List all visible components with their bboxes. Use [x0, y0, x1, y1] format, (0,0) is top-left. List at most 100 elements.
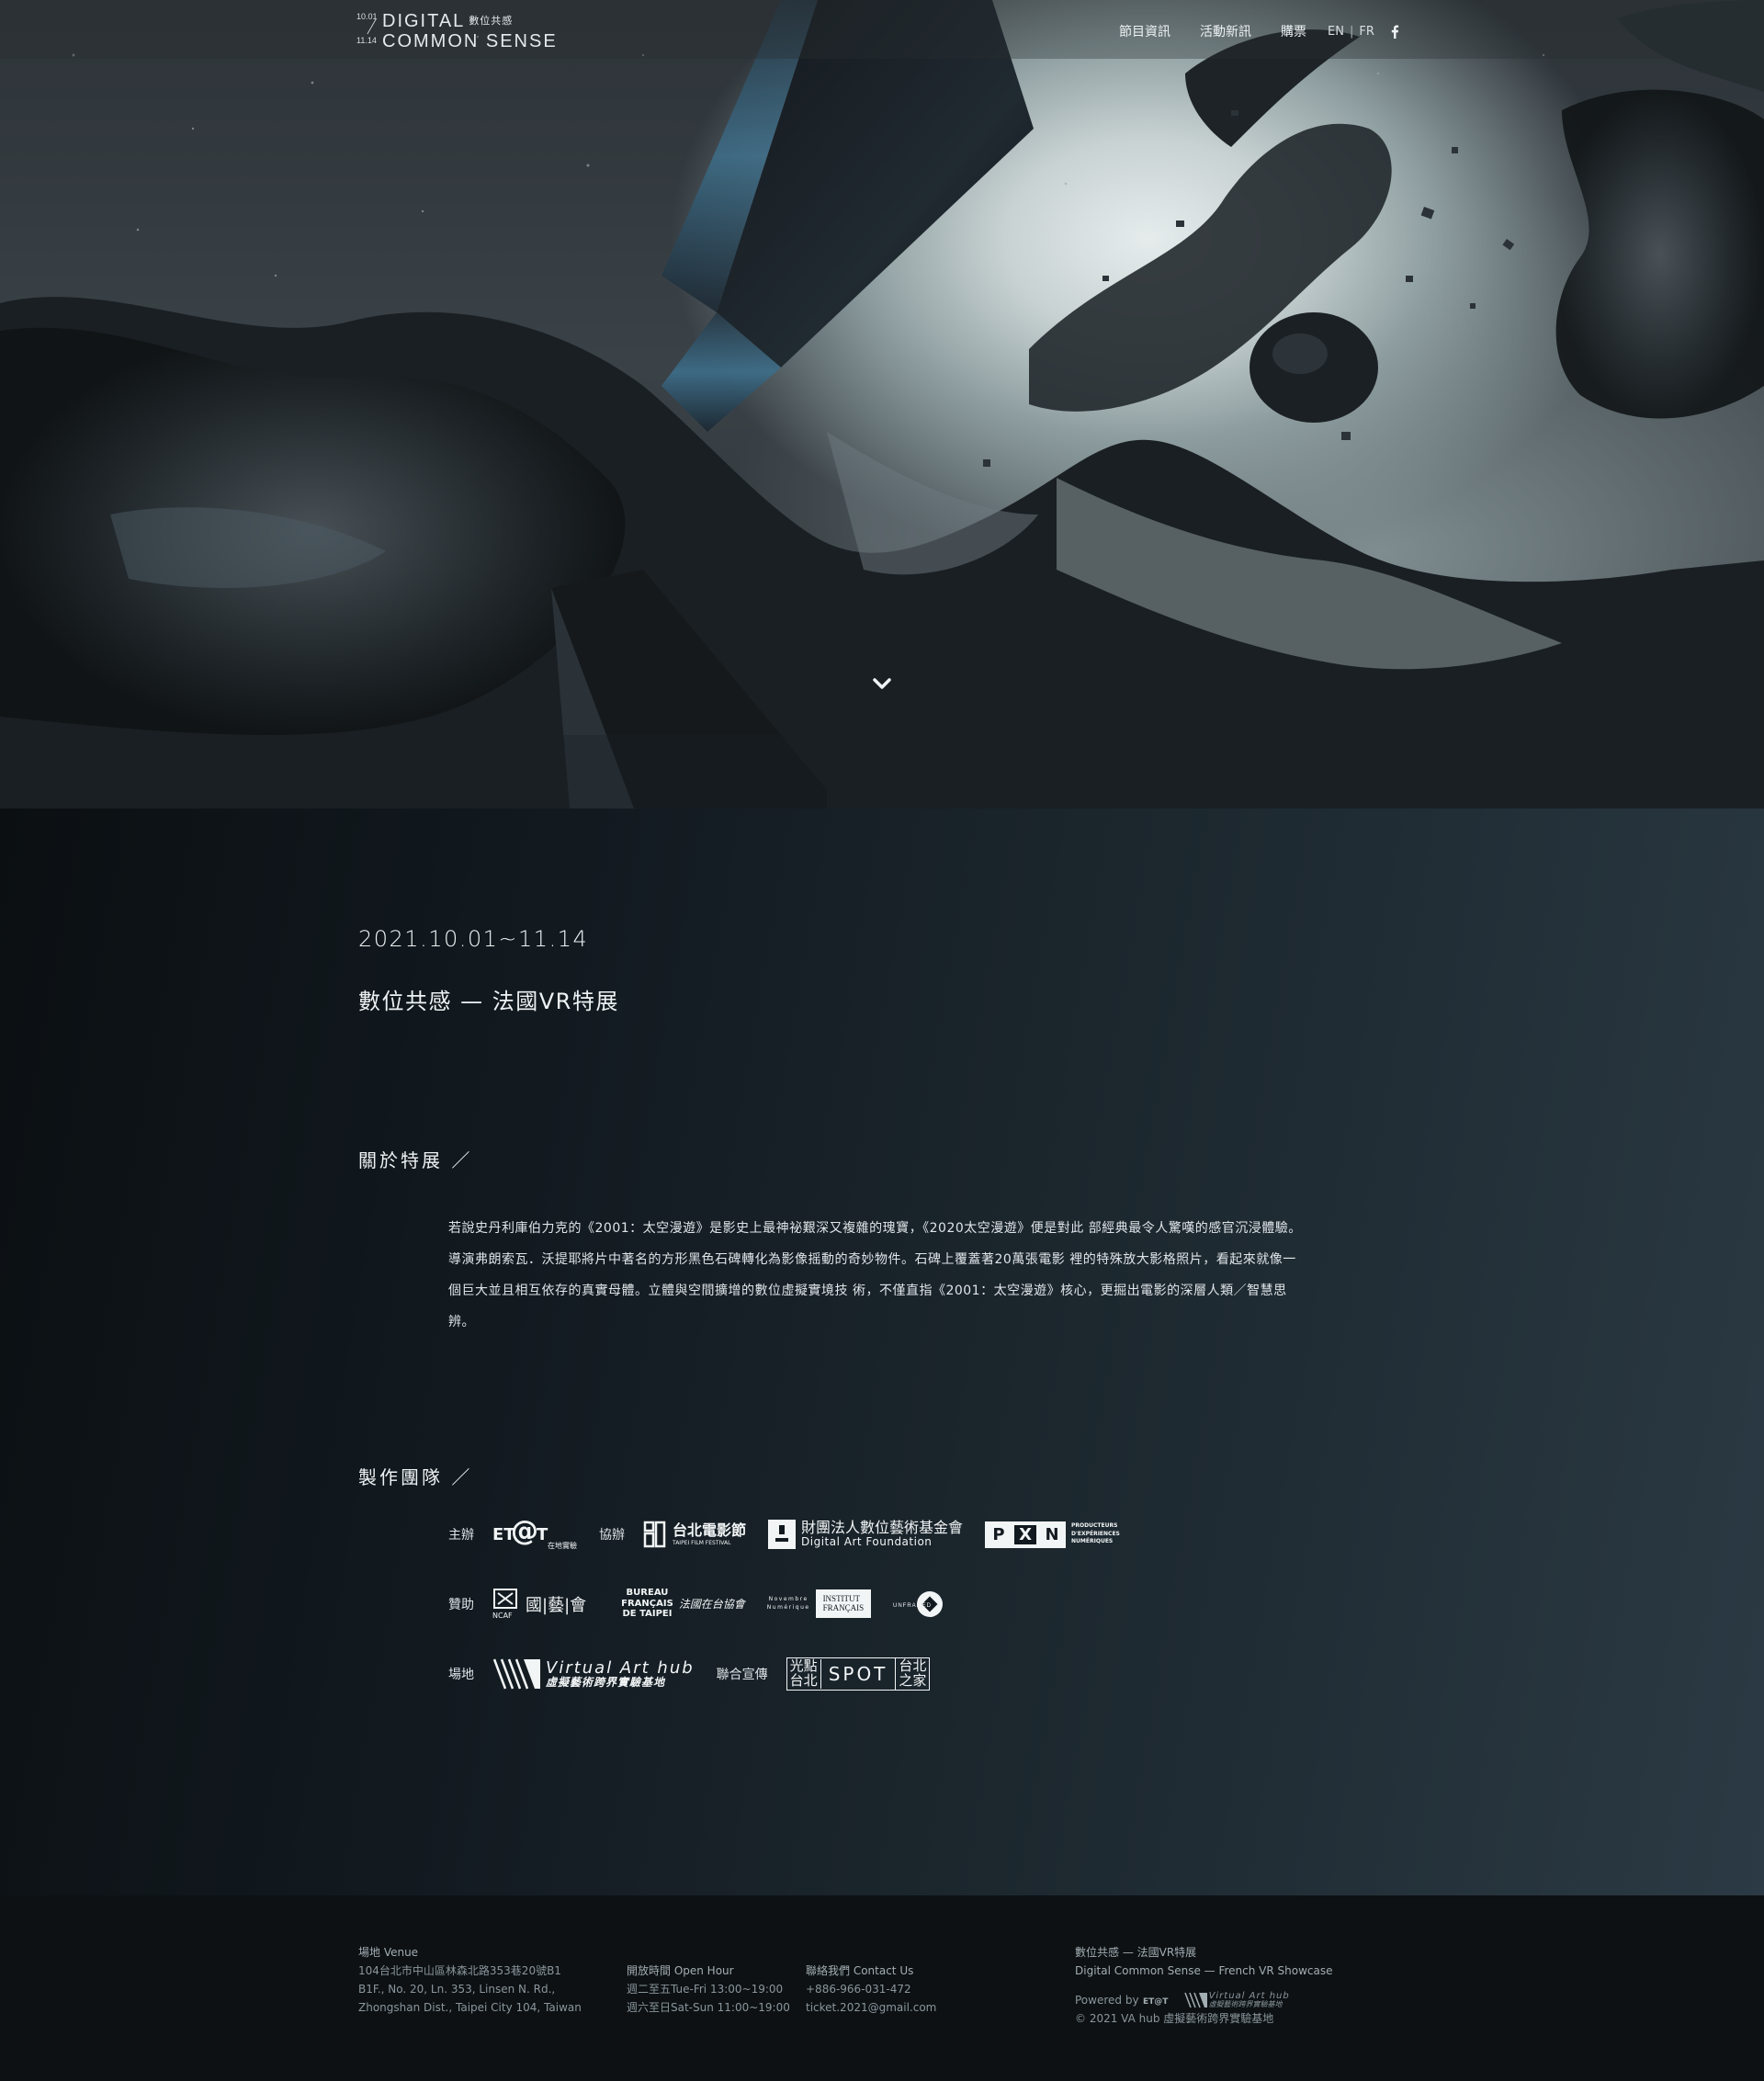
- team-section-title: 製作團隊 ／: [358, 1466, 473, 1488]
- unframed-mark: UNFRAMED: [893, 1590, 944, 1617]
- etat-logo[interactable]: ET @ T 在地實驗: [492, 1518, 577, 1551]
- footer-email[interactable]: ticket.2021@gmail.com: [806, 1998, 936, 2017]
- lang-fr[interactable]: FR: [1359, 25, 1374, 39]
- novembre-line-1: Novembre: [768, 1596, 808, 1603]
- logo-date-end: 11.14: [356, 36, 377, 45]
- ncaf-zh: 國|藝|會: [526, 1595, 587, 1615]
- nav-program-info[interactable]: 節目資訊: [1119, 22, 1170, 40]
- powered-logo2-zh: 虛擬藝術跨界實驗基地: [1208, 2000, 1283, 2008]
- taipei-film-festival-logo[interactable]: 台北電影節 TAIPEI FILM FESTIVAL: [643, 1521, 746, 1548]
- footer-hours: 開放時間 Open Hour 週二至五Tue-Fri 13:00~19:00 週…: [627, 1962, 790, 2017]
- pxn-sub-3: NUMÉRIQUES: [1071, 1538, 1114, 1545]
- pxn-p: P: [992, 1524, 1005, 1544]
- about-section-title: 關於特展 ／: [358, 1149, 473, 1171]
- pxn-logo[interactable]: P X N PRODUCTEURS D'EXPÉRIENCES NUMÉRIQU…: [985, 1521, 1120, 1548]
- ncaf-logo[interactable]: NCAF 國|藝|會: [492, 1588, 586, 1620]
- exhibition-date: 2021.10.01~11.14: [358, 926, 589, 952]
- pxn-sub-1: PRODUCTEURS: [1071, 1522, 1118, 1530]
- vah-en: Virtual Art hub: [546, 1657, 695, 1678]
- novembre-numerique-logo[interactable]: Novembre Numérique INSTITUT FRANÇAIS: [766, 1589, 872, 1619]
- about-description: 若說史丹利庫伯力克的《2001：太空漫遊》是影史上最神祕艱深又複雜的瑰寶，《20…: [448, 1213, 1317, 1338]
- about-line: 辨。: [448, 1315, 475, 1329]
- logo-title-line1: DIGITAL 數位共感: [382, 11, 513, 32]
- svg-text:UNFRAMED: UNFRAMED: [893, 1603, 932, 1609]
- bureau-line-3: DE TAIPEI: [622, 1609, 673, 1620]
- powered-by: Powered by ET@T Virtual Art hub 虛擬藝術跨界實驗…: [1075, 1991, 1333, 2009]
- bureau-line-1: BUREAU: [626, 1588, 669, 1599]
- top-navigation-bar: 10.01 11.14 DIGITAL 數位共感 COMMON SENSE 節目資…: [0, 0, 1764, 59]
- tff-name: 台北電影節: [673, 1521, 747, 1539]
- footer-venue-line: 104台北市中山區林森北路353巷20號B1: [358, 1964, 561, 1977]
- bureau-zh: 法國在台協會: [678, 1598, 745, 1611]
- powered-etat-logo[interactable]: ET@T: [1143, 1991, 1183, 2009]
- nav-tickets[interactable]: 購票: [1281, 22, 1306, 40]
- etat-logo-zh: 在地實驗: [548, 1541, 577, 1550]
- footer-contact-head: 聯絡我們 Contact Us: [806, 1964, 914, 1977]
- logo-slash: [356, 19, 377, 34]
- footer-phone[interactable]: +886-966-031-472: [806, 1980, 936, 1998]
- bureau-line-2: FRANÇAIS: [621, 1598, 673, 1609]
- powered-vah-mark: [1183, 1992, 1207, 2008]
- logo-dates: 10.01 11.14: [356, 11, 379, 51]
- footer-venue-line: B1F., No. 20, Ln. 353, Linsen N. Rd.,: [358, 1983, 556, 1996]
- spot-right-2: 之家: [899, 1672, 927, 1689]
- exhibition-title: 數位共感 — 法國VR特展: [358, 989, 619, 1014]
- role-label-co-organizer: 協辦: [599, 1528, 625, 1543]
- nav-news[interactable]: 活動新訊: [1200, 22, 1251, 40]
- main-content: 2021.10.01~11.14 數位共感 — 法國VR特展 關於特展 ／ 若說…: [0, 809, 1764, 1895]
- tff-icon: [643, 1521, 666, 1548]
- about-line: 導演弗朗索瓦．沃提耶將片中著名的方形黑色石碑轉化為影像摇動的奇妙物件。石碑上覆蓋…: [448, 1252, 1296, 1267]
- ncaf-en: NCAF: [492, 1612, 513, 1620]
- hero-banner: 10.01 11.14 DIGITAL 數位共感 COMMON SENSE 節目資…: [0, 0, 1764, 809]
- site-logo[interactable]: 10.01 11.14 DIGITAL 數位共感 COMMON SENSE: [356, 11, 556, 51]
- powered-by-label: Powered by: [1075, 1994, 1139, 2007]
- ncaf-icon: [493, 1589, 517, 1609]
- role-label-sponsor: 贊助: [448, 1597, 474, 1612]
- powered-logo1-text: ET@T: [1143, 1997, 1169, 2007]
- vah-zh: 虛擬藝術跨界實驗基地: [546, 1676, 666, 1690]
- footer-about: 數位共感 — 法國VR特展 Digital Common Sense — Fre…: [1075, 1943, 1333, 2028]
- team-row-sponsors: 贊助 NCAF 國|藝|會 BUREAU FRANÇAIS DE TAIPEI …: [448, 1588, 979, 1620]
- bureau-francais-logo[interactable]: BUREAU FRANÇAIS DE TAIPEI 法國在台協會: [608, 1588, 745, 1620]
- spot-left-2: 台北: [789, 1672, 818, 1689]
- main-nav: 節目資訊 活動新訊 購票 EN | FR: [1119, 22, 1399, 40]
- role-label-joint-promotion: 聯合宣傳: [716, 1668, 768, 1682]
- about-line: 個巨大並且相互依存的真實母體。立體與空間擴增的數位虛擬實境技 術，不僅直指《20…: [448, 1284, 1287, 1298]
- footer-title-zh: 數位共感 — 法國VR特展: [1075, 1946, 1197, 1959]
- site-footer: 場地 Venue 104台北市中山區林森北路353巷20號B1 B1F., No…: [0, 1895, 1764, 2081]
- facebook-icon[interactable]: [1390, 25, 1399, 39]
- role-label-host: 主辦: [448, 1528, 474, 1543]
- pxn-x: X: [1014, 1524, 1037, 1544]
- footer-hours-line: 週二至五Tue-Fri 13:00~19:00: [627, 1983, 784, 1996]
- logo-digital: DIGITAL: [382, 11, 466, 31]
- institut-line-2: FRANÇAIS: [822, 1602, 865, 1612]
- footer-venue-head: 場地 Venue: [358, 1946, 419, 1959]
- footer-title-en: Digital Common Sense — French VR Showcas…: [1075, 1964, 1333, 1977]
- spot-mid: SPOT: [821, 1658, 897, 1690]
- language-switcher: EN | FR: [1325, 25, 1377, 39]
- novembre-line-2: Numérique: [766, 1603, 810, 1611]
- role-label-venue: 場地: [448, 1668, 474, 1682]
- pxn-n: N: [1045, 1524, 1059, 1544]
- footer-venue-line: Zhongshan Dist., Taipei City 104, Taiwan: [358, 2001, 582, 2014]
- lang-en[interactable]: EN: [1328, 25, 1344, 39]
- team-row-organizers: 主辦 ET @ T 在地實驗 協辦 台北電影節 TAIPEI FILM FEST…: [448, 1518, 1142, 1551]
- virtual-art-hub-logo[interactable]: Virtual Art hub 虛擬藝術跨界實驗基地: [492, 1657, 695, 1691]
- svg-text:@: @: [511, 1518, 538, 1547]
- about-line: 若說史丹利庫伯力克的《2001：太空漫遊》是影史上最神祕艱深又複雜的瑰寶，《20…: [448, 1221, 1302, 1236]
- footer-hours-line: 週六至日Sat-Sun 11:00~19:00: [627, 2001, 790, 2014]
- spot-taipei-logo[interactable]: 光點 台北 SPOT 台北 之家: [786, 1657, 931, 1691]
- unframed-logo[interactable]: UNFRAMED: [893, 1589, 957, 1620]
- logo-zh: 數位共感: [469, 16, 514, 27]
- footer-contact: 聯絡我們 Contact Us +886-966-031-472 ticket.…: [806, 1962, 936, 2017]
- digital-art-foundation-logo[interactable]: 財團法人數位藝術基金會 Digital Art Foundation: [768, 1520, 963, 1549]
- daf-name-en: Digital Art Foundation: [801, 1535, 933, 1549]
- logo-title-line2: COMMON SENSE: [382, 31, 558, 51]
- lang-separator: |: [1349, 24, 1354, 39]
- footer-hours-head: 開放時間 Open Hour: [627, 1964, 734, 1977]
- footer-venue: 場地 Venue 104台北市中山區林森北路353巷20號B1 B1F., No…: [358, 1943, 582, 2017]
- daf-name-zh: 財團法人數位藝術基金會: [801, 1519, 964, 1537]
- footer-copyright: © 2021 VA hub 虛擬藝術跨界實驗基地: [1075, 2012, 1274, 2025]
- pxn-sub-2: D'EXPÉRIENCES: [1071, 1530, 1120, 1537]
- chevron-down-icon[interactable]: [871, 674, 893, 693]
